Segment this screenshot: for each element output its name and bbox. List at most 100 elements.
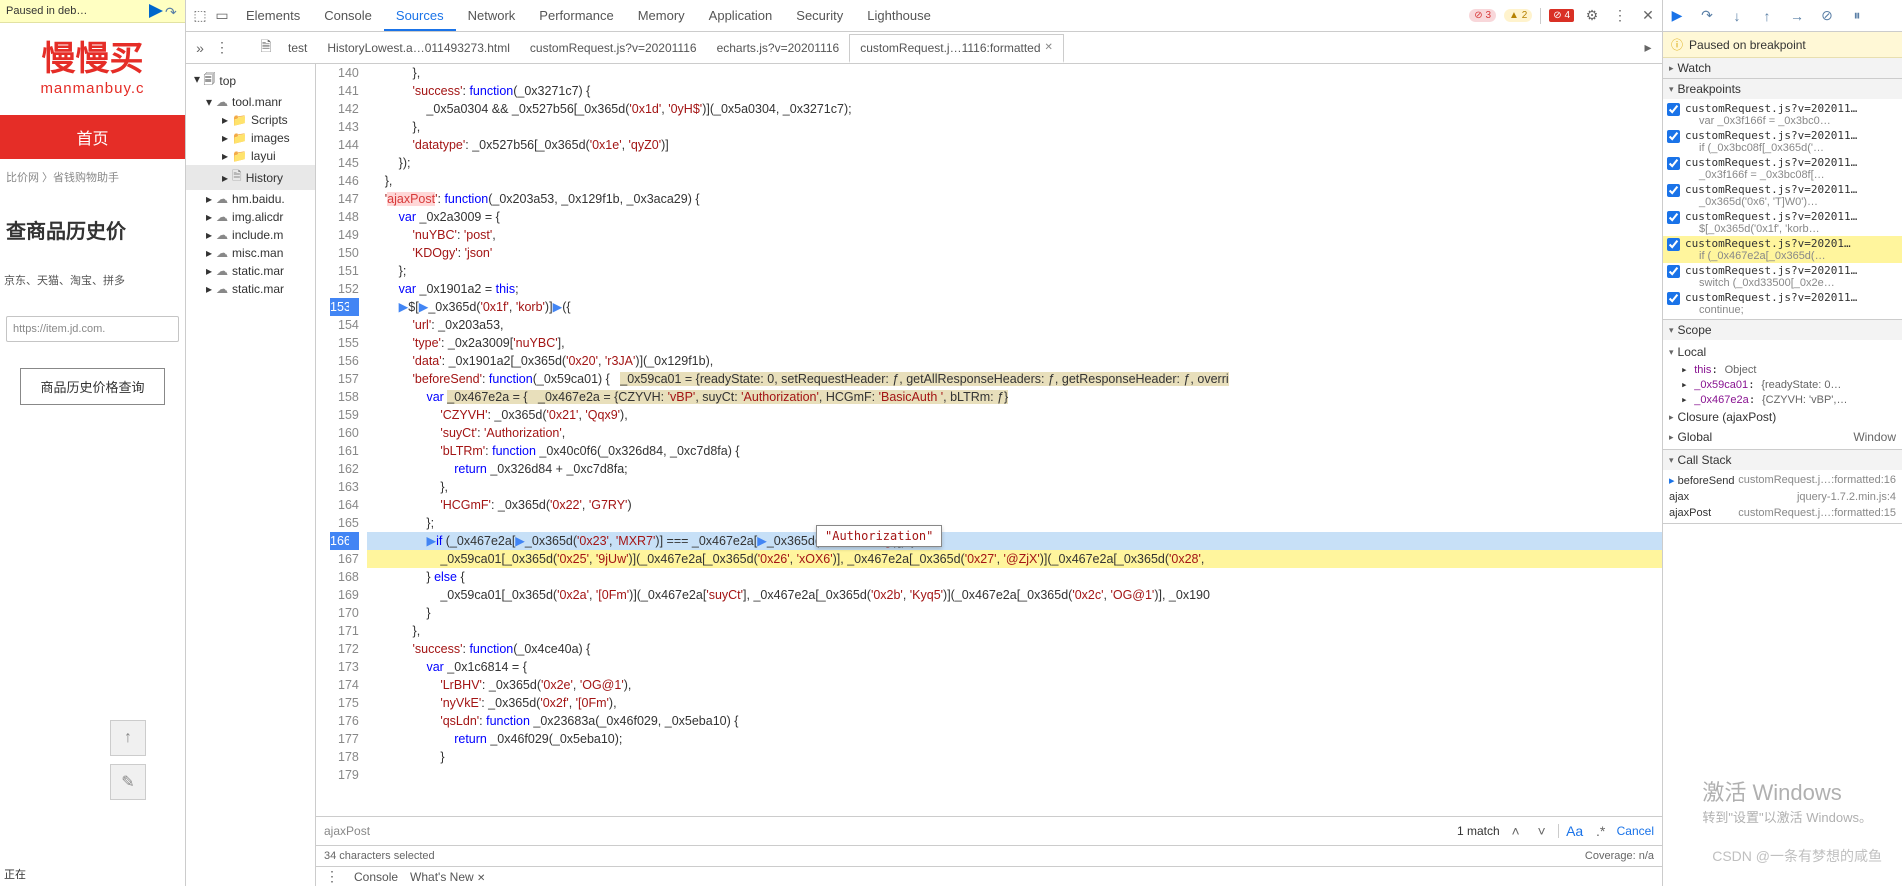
breakpoint-item[interactable]: customRequest.js?v=202011…var _0x3f166f …: [1663, 101, 1902, 128]
devtools-tab-lighthouse[interactable]: Lighthouse: [855, 2, 943, 29]
tree-top[interactable]: ▾ 🗐 top: [186, 68, 315, 93]
drawer-whatsnew-tab[interactable]: What's New ✕: [410, 870, 485, 884]
prev-icon[interactable]: ˄: [1506, 821, 1526, 841]
tree-item[interactable]: ▸ 🗎 History: [186, 165, 315, 190]
bp-checkbox[interactable]: [1667, 211, 1680, 224]
stack-frame[interactable]: ajaxjquery-1.7.2.min.js:4: [1663, 489, 1902, 505]
extension-badge[interactable]: ⊘ 4: [1549, 9, 1574, 22]
drawer-console-tab[interactable]: Console: [354, 870, 398, 884]
gutter[interactable]: 1401411421431441451461471481491501511521…: [316, 64, 367, 816]
tree-item[interactable]: ▸ 📁 Scripts: [186, 111, 315, 129]
navigator-toggle-icon[interactable]: »: [190, 38, 210, 58]
devtools-tab-console[interactable]: Console: [312, 2, 384, 29]
devtools-tab-sources[interactable]: Sources: [384, 2, 456, 31]
file-tab[interactable]: customRequest.j…1116:formatted✕: [849, 34, 1064, 63]
step-icon[interactable]: →: [1787, 6, 1807, 26]
scope-closure[interactable]: Closure (ajaxPost): [1663, 407, 1902, 427]
cancel-button[interactable]: Cancel: [1617, 824, 1654, 838]
history-button[interactable]: 商品历史价格查询: [20, 368, 165, 405]
scope-variable[interactable]: ▸ _0x59ca01: {readyState: 0…: [1663, 377, 1902, 392]
close-icon[interactable]: ✕: [1045, 42, 1053, 53]
scroll-top-button[interactable]: ↑: [110, 720, 146, 756]
tree-item[interactable]: ▸ ☁ img.alicdr: [186, 208, 315, 226]
bp-checkbox[interactable]: [1667, 292, 1680, 305]
device-icon[interactable]: ▭: [212, 6, 232, 26]
breakpoint-item[interactable]: customRequest.js?v=202011…switch (_0xd33…: [1663, 263, 1902, 290]
file-tab[interactable]: test: [278, 34, 317, 62]
placeholder-text: https://item.jd.com.: [13, 323, 105, 335]
search-input[interactable]: ajaxPost: [324, 824, 1449, 838]
code-lines[interactable]: }, 'success': function(_0x3271c7) { _0x5…: [367, 64, 1662, 816]
bp-checkbox[interactable]: [1667, 130, 1680, 143]
breakpoint-item[interactable]: customRequest.js?v=202011…$[_0x365d('0x1…: [1663, 209, 1902, 236]
bp-checkbox[interactable]: [1667, 238, 1680, 251]
warning-badge[interactable]: ▲ 2: [1504, 9, 1532, 22]
file-tab[interactable]: HistoryLowest.a…011493273.html: [317, 34, 520, 62]
error-badge[interactable]: ⊘ 3: [1469, 9, 1496, 22]
case-icon[interactable]: Aa: [1565, 821, 1585, 841]
tree-item[interactable]: ▸ 📁 images: [186, 129, 315, 147]
step-out-icon[interactable]: ↑: [1757, 6, 1777, 26]
callstack-header[interactable]: Call Stack: [1663, 450, 1902, 470]
drawer-menu-icon[interactable]: ⋮: [322, 867, 342, 886]
site-links[interactable]: 京东、天猫、淘宝、拼多: [0, 264, 185, 308]
file-icon: 🗎: [232, 167, 242, 188]
regex-icon[interactable]: .*: [1591, 821, 1611, 841]
breakpoint-item[interactable]: customRequest.js?v=202011…continue;: [1663, 290, 1902, 317]
tree-item[interactable]: ▸ 📁 layui: [186, 147, 315, 165]
next-icon[interactable]: ˅: [1532, 821, 1552, 841]
devtools-tab-application[interactable]: Application: [697, 2, 785, 29]
scope-variable[interactable]: ▸ _0x467e2a: {CZYVH: 'vBP',…: [1663, 392, 1902, 407]
stack-frame[interactable]: ajaxPostcustomRequest.j…:formatted:15: [1663, 505, 1902, 521]
step-over-icon[interactable]: ↷: [1697, 6, 1717, 26]
file-tab[interactable]: customRequest.js?v=20201116: [520, 34, 707, 62]
tree-item[interactable]: ▸ ☁ include.m: [186, 226, 315, 244]
tree-item[interactable]: ▾ ☁ tool.manr: [186, 93, 315, 111]
devtools-tab-performance[interactable]: Performance: [527, 2, 625, 29]
bp-checkbox[interactable]: [1667, 103, 1680, 116]
tree-item[interactable]: ▸ ☁ hm.baidu.: [186, 190, 315, 208]
scope-local[interactable]: Local: [1663, 342, 1902, 362]
cloud-icon: ☁: [216, 95, 228, 109]
resume-icon[interactable]: [149, 4, 163, 18]
tree-item[interactable]: ▸ ☁ static.mar: [186, 280, 315, 298]
bp-checkbox[interactable]: [1667, 265, 1680, 278]
bp-checkbox[interactable]: [1667, 184, 1680, 197]
resume-icon[interactable]: ▶: [1667, 6, 1687, 26]
devtools-tab-security[interactable]: Security: [784, 2, 855, 29]
pause-on-exc-icon[interactable]: ⏸: [1847, 6, 1867, 26]
step-icon[interactable]: ↷: [165, 4, 179, 18]
file-tab[interactable]: echarts.js?v=20201116: [707, 34, 850, 62]
overflow-icon[interactable]: ▸: [1638, 38, 1658, 58]
close-icon[interactable]: ✕: [1638, 6, 1658, 26]
breakpoints-header[interactable]: Breakpoints: [1663, 79, 1902, 99]
watch-header[interactable]: Watch: [1663, 58, 1902, 78]
breadcrumb[interactable]: 比价网 〉省钱购物助手: [0, 159, 185, 195]
code-scroll[interactable]: 1401411421431441451461471481491501511521…: [316, 64, 1662, 816]
nav-home-button[interactable]: 首页: [0, 115, 185, 159]
breakpoint-item[interactable]: customRequest.js?v=202011…_0x365d('0x6',…: [1663, 182, 1902, 209]
tree-item[interactable]: ▸ ☁ static.mar: [186, 262, 315, 280]
scope-global[interactable]: GlobalWindow: [1663, 427, 1902, 447]
scope-header[interactable]: Scope: [1663, 320, 1902, 340]
breakpoint-item[interactable]: customRequest.js?v=202011…if (_0x3bc08f[…: [1663, 128, 1902, 155]
breakpoint-item[interactable]: customRequest.js?v=202011…_0x3f166f = _0…: [1663, 155, 1902, 182]
breakpoint-item[interactable]: customRequest.js?v=20201…if (_0x467e2a[_…: [1663, 236, 1902, 263]
inspect-icon[interactable]: ⬚: [190, 6, 210, 26]
url-input[interactable]: https://item.jd.com.: [6, 316, 179, 342]
stack-frame[interactable]: beforeSendcustomRequest.j…:formatted:16: [1663, 472, 1902, 489]
devtools-tab-network[interactable]: Network: [456, 2, 528, 29]
devtools-tab-memory[interactable]: Memory: [626, 2, 697, 29]
scope-variable[interactable]: ▸ this: Object: [1663, 362, 1902, 377]
tree-item[interactable]: ▸ ☁ misc.man: [186, 244, 315, 262]
page-icon[interactable]: 🗎: [256, 38, 276, 58]
info-icon: ⓘ: [1671, 36, 1683, 53]
devtools-tab-elements[interactable]: Elements: [234, 2, 312, 29]
edit-button[interactable]: ✎: [110, 764, 146, 800]
deactivate-bp-icon[interactable]: ⊘: [1817, 6, 1837, 26]
settings-icon[interactable]: ⚙: [1582, 6, 1602, 26]
menu-icon[interactable]: ⋮: [1610, 6, 1630, 26]
more-icon[interactable]: ⋮: [212, 38, 232, 58]
bp-checkbox[interactable]: [1667, 157, 1680, 170]
step-into-icon[interactable]: ↓: [1727, 6, 1747, 26]
